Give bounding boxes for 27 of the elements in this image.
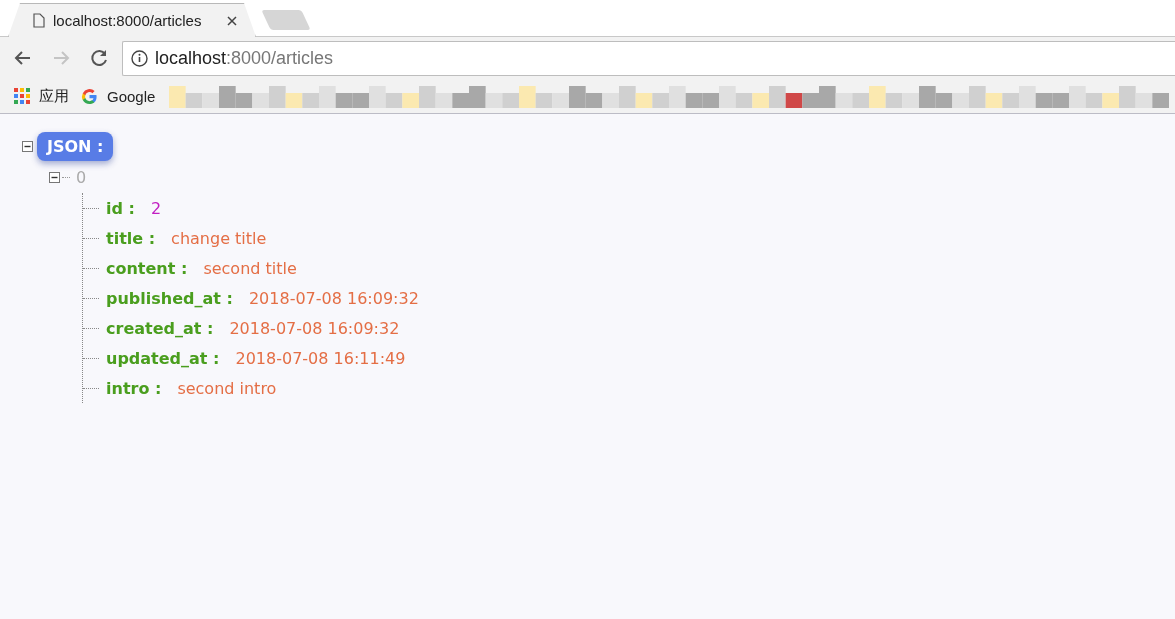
property-key: updated_at : — [106, 348, 220, 368]
address-bar[interactable]: localhost:8000/articles — [122, 40, 1175, 76]
collapse-toggle-icon[interactable] — [49, 171, 60, 183]
property-key: content : — [106, 258, 188, 278]
property-value: change title — [171, 228, 267, 248]
property-value: 2018-07-08 16:11:49 — [235, 348, 406, 368]
property-value: second title — [203, 258, 297, 278]
json-root-badge: JSON : — [37, 132, 114, 161]
property-value: second intro — [177, 378, 277, 398]
property-key: title : — [106, 228, 156, 248]
property-key: published_at : — [106, 288, 233, 308]
close-icon[interactable] — [227, 15, 237, 26]
browser-tab[interactable]: localhost:8000/articles — [8, 3, 256, 37]
bookmark[interactable]: Google — [81, 87, 156, 105]
property-key: intro : — [106, 378, 162, 398]
property-key: id : — [106, 198, 135, 218]
array-index: 0 — [76, 167, 87, 187]
google-g-icon — [81, 87, 98, 105]
property-value: 2018-07-08 16:09:32 — [248, 288, 419, 308]
info-icon — [131, 49, 148, 67]
property-value: 2018-07-08 16:09:32 — [229, 318, 400, 338]
collapse-toggle-icon[interactable] — [22, 141, 33, 152]
apps-grid-icon — [14, 88, 30, 104]
property-value: 2 — [150, 198, 162, 218]
bookmark[interactable]: 应用 — [14, 86, 69, 106]
page-icon — [33, 13, 45, 28]
property-key: created_at : — [106, 318, 214, 338]
